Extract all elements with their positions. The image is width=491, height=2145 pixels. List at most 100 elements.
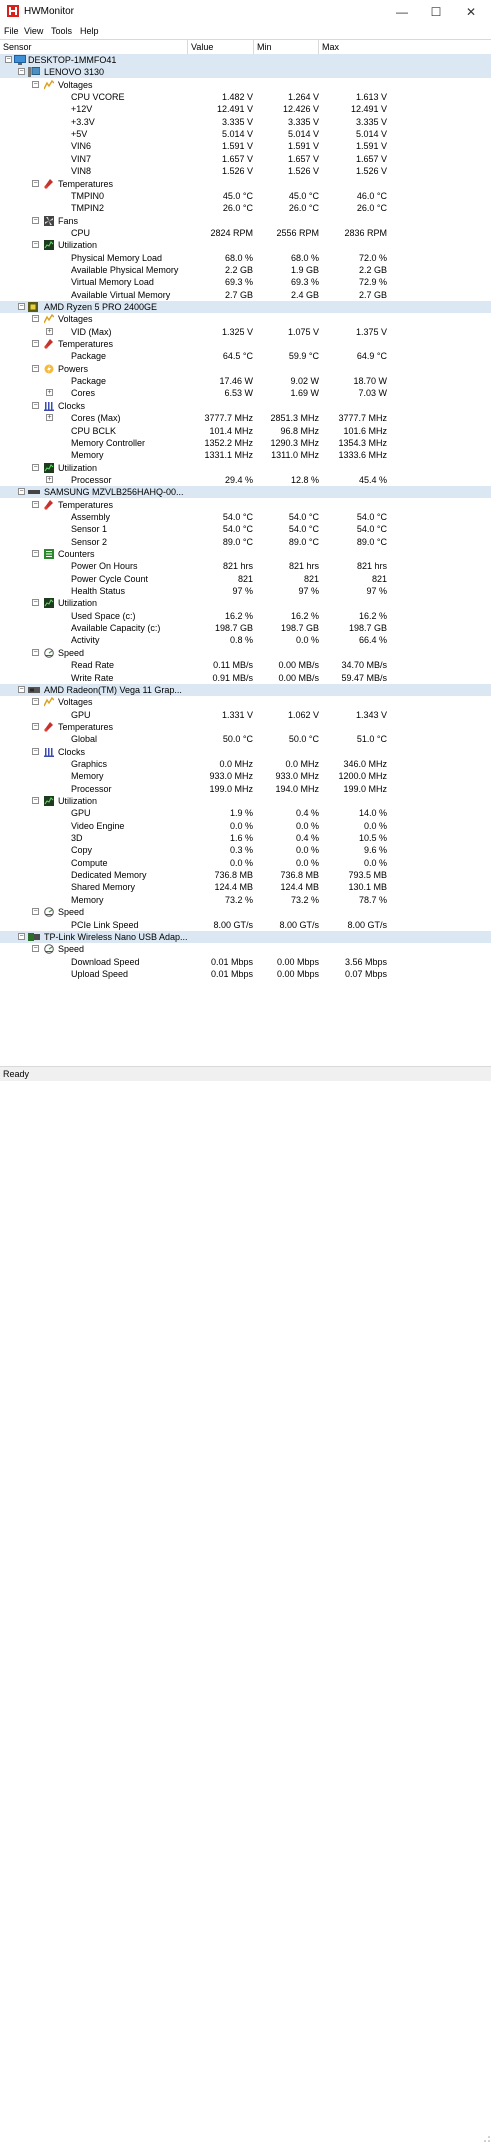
tree-node-temperatures[interactable]: − Temperatures <box>0 178 491 190</box>
sensor-row[interactable]: CPU BCLK 101.4 MHz 96.8 MHz 101.6 MHz <box>0 425 491 437</box>
tree-node-utilization[interactable]: − Utilization <box>0 462 491 474</box>
sensor-column-header[interactable]: Sensor <box>0 40 187 54</box>
sensor-row[interactable]: + Cores (Max) 3777.7 MHz 2851.3 MHz 3777.7 M… <box>0 412 491 424</box>
menu-help[interactable]: Help <box>80 26 99 36</box>
tree-node-utilization[interactable]: − Utilization <box>0 597 491 609</box>
value-column-header[interactable]: Value <box>187 40 253 54</box>
tree-node-samsung-mzvlb256hahq-00[interactable]: − SAMSUNG MZVLB256HAHQ-00... <box>0 486 491 499</box>
sensor-row[interactable]: Compute 0.0 % 0.0 % 0.0 % <box>0 857 491 869</box>
collapse-icon[interactable]: − <box>32 722 39 730</box>
tree-node-speed[interactable]: − Speed <box>0 906 491 918</box>
sensor-row[interactable]: Upload Speed 0.01 Mbps 0.00 Mbps 0.07 Mbps <box>0 968 491 980</box>
tree-node-lenovo-3130[interactable]: − LENOVO 3130 <box>0 66 491 79</box>
sensor-row[interactable]: Read Rate 0.11 MB/s 0.00 MB/s 34.70 MB/s <box>0 659 491 671</box>
collapse-icon[interactable]: − <box>32 500 39 508</box>
tree-node-voltages[interactable]: − Voltages <box>0 79 491 91</box>
sensor-row[interactable]: + VID (Max) 1.325 V 1.075 V 1.375 V <box>0 326 491 338</box>
maximize-button[interactable]: ☐ <box>419 2 453 22</box>
collapse-icon[interactable]: − <box>18 685 25 693</box>
sensor-row[interactable]: Memory 933.0 MHz 933.0 MHz 1200.0 MHz <box>0 770 491 782</box>
collapse-icon[interactable]: − <box>32 463 39 471</box>
tree-node-utilization[interactable]: − Utilization <box>0 795 491 807</box>
tree-node-utilization[interactable]: − Utilization <box>0 239 491 251</box>
collapse-icon[interactable]: − <box>32 747 39 755</box>
sensor-row[interactable]: Assembly 54.0 °C 54.0 °C 54.0 °C <box>0 511 491 523</box>
collapse-icon[interactable]: − <box>18 303 25 310</box>
sensor-row[interactable]: PCIe Link Speed 8.00 GT/s 8.00 GT/s 8.00 GT… <box>0 919 491 931</box>
sensor-row[interactable]: + Processor 29.4 % 12.8 % 45.4 % <box>0 474 491 486</box>
sensor-row[interactable]: VIN8 1.526 V 1.526 V 1.526 V <box>0 165 491 177</box>
tree-node-counters[interactable]: − Counters <box>0 548 491 560</box>
collapse-icon[interactable]: − <box>18 932 25 940</box>
collapse-icon[interactable]: − <box>32 908 39 916</box>
sensor-row[interactable]: +12V 12.491 V 12.426 V 12.491 V <box>0 103 491 115</box>
sensor-row[interactable]: Power Cycle Count 821 821 821 <box>0 573 491 585</box>
expand-icon[interactable]: + <box>46 389 53 397</box>
resize-grip-icon[interactable] <box>481 2133 491 2145</box>
tree-node-powers[interactable]: − Powers <box>0 363 491 375</box>
sensor-row[interactable]: Activity 0.8 % 0.0 % 66.4 % <box>0 634 491 646</box>
collapse-icon[interactable]: − <box>32 340 39 348</box>
collapse-icon[interactable]: − <box>18 488 25 496</box>
tree-node-speed[interactable]: − Speed <box>0 943 491 955</box>
min-column-header[interactable]: Min <box>253 40 318 54</box>
sensor-row[interactable]: VIN6 1.591 V 1.591 V 1.591 V <box>0 140 491 152</box>
collapse-icon[interactable]: − <box>32 364 39 372</box>
tree-node-amd-radeon-tm-vega-11-grap[interactable]: − AMD Radeon(TM) Vega 11 Grap... <box>0 683 491 696</box>
collapse-icon[interactable]: − <box>32 550 39 557</box>
collapse-icon[interactable]: − <box>32 401 39 409</box>
sensor-row[interactable]: CPU VCORE 1.482 V 1.264 V 1.613 V <box>0 91 491 103</box>
collapse-icon[interactable]: − <box>32 315 39 323</box>
sensor-row[interactable]: Used Space (c:) 16.2 % 16.2 % 16.2 % <box>0 610 491 622</box>
tree-node-clocks[interactable]: − Clocks <box>0 400 491 412</box>
sensor-row[interactable]: Dedicated Memory 736.8 MB 736.8 MB 793.5 MB <box>0 869 491 881</box>
sensor-row[interactable]: Copy 0.3 % 0.0 % 9.6 % <box>0 844 491 856</box>
sensor-row[interactable]: +3.3V 3.335 V 3.335 V 3.335 V <box>0 116 491 128</box>
expand-icon[interactable]: + <box>46 475 53 483</box>
collapse-icon[interactable]: − <box>18 68 25 76</box>
tree-node-voltages[interactable]: − Voltages <box>0 696 491 708</box>
tree-node-temperatures[interactable]: − Temperatures <box>0 721 491 733</box>
collapse-icon[interactable]: − <box>5 56 12 63</box>
sensor-row[interactable]: Available Virtual Memory 2.7 GB 2.4 GB 2.7 … <box>0 289 491 301</box>
tree-node-tp-link-wireless-nano-usb-adap[interactable]: − TP-Link Wireless Nano USB Adap... <box>0 930 491 943</box>
collapse-icon[interactable]: − <box>32 797 39 804</box>
collapse-icon[interactable]: − <box>32 945 39 953</box>
sensor-row[interactable]: Virtual Memory Load 69.3 % 69.3 % 72.9 % <box>0 276 491 288</box>
sensor-row[interactable]: Sensor 2 89.0 °C 89.0 °C 89.0 °C <box>0 536 491 548</box>
tree-node-voltages[interactable]: − Voltages <box>0 313 491 325</box>
tree-node-amd-ryzen-5-pro-2400ge[interactable]: − AMD Ryzen 5 PRO 2400GE <box>0 301 491 313</box>
tree-node-temperatures[interactable]: − Temperatures <box>0 499 491 511</box>
collapse-icon[interactable]: − <box>32 648 39 656</box>
sensor-row[interactable]: Power On Hours 821 hrs 821 hrs 821 hrs <box>0 560 491 572</box>
sensor-row[interactable]: Available Physical Memory 2.2 GB 1.9 GB 2.2… <box>0 264 491 276</box>
menu-view[interactable]: View <box>24 26 43 36</box>
collapse-icon[interactable]: − <box>32 216 39 224</box>
tree-node-speed[interactable]: − Speed <box>0 647 491 659</box>
sensor-row[interactable]: Health Status 97 % 97 % 97 % <box>0 585 491 597</box>
sensor-row[interactable]: Package 17.46 W 9.02 W 18.70 W <box>0 375 491 387</box>
sensor-row[interactable]: Video Engine 0.0 % 0.0 % 0.0 % <box>0 820 491 832</box>
tree-node-fans[interactable]: − Fans <box>0 215 491 227</box>
sensor-row[interactable]: TMPIN0 45.0 °C 45.0 °C 46.0 °C <box>0 190 491 202</box>
sensor-row[interactable]: Sensor 1 54.0 °C 54.0 °C 54.0 °C <box>0 523 491 535</box>
expand-icon[interactable]: + <box>46 327 53 335</box>
expand-icon[interactable]: + <box>46 414 53 422</box>
sensor-row[interactable]: GPU 1.9 % 0.4 % 14.0 % <box>0 807 491 819</box>
menu-file[interactable]: File <box>4 26 19 36</box>
collapse-icon[interactable]: − <box>32 80 39 88</box>
sensor-row[interactable]: VIN7 1.657 V 1.657 V 1.657 V <box>0 153 491 165</box>
max-column-header[interactable]: Max <box>318 40 491 54</box>
sensor-row[interactable]: Available Capacity (c:) 198.7 GB 198.7 GB 1… <box>0 622 491 634</box>
sensor-row[interactable]: + Cores 6.53 W 1.69 W 7.03 W <box>0 387 491 399</box>
sensor-tree[interactable]: − DESKTOP-1MMFO41− LENOVO 3130− Voltages CPU… <box>0 54 491 1066</box>
sensor-row[interactable]: 3D 1.6 % 0.4 % 10.5 % <box>0 832 491 844</box>
tree-node-temperatures[interactable]: − Temperatures <box>0 338 491 350</box>
sensor-row[interactable]: TMPIN2 26.0 °C 26.0 °C 26.0 °C <box>0 202 491 214</box>
sensor-row[interactable]: CPU 2824 RPM 2556 RPM 2836 RPM <box>0 227 491 239</box>
collapse-icon[interactable]: − <box>32 698 39 706</box>
sensor-row[interactable]: Graphics 0.0 MHz 0.0 MHz 346.0 MHz <box>0 758 491 770</box>
sensor-row[interactable]: Global 50.0 °C 50.0 °C 51.0 °C <box>0 733 491 745</box>
collapse-icon[interactable]: − <box>32 179 39 187</box>
tree-node-desktop-1mmfo41[interactable]: − DESKTOP-1MMFO41 <box>0 54 491 66</box>
